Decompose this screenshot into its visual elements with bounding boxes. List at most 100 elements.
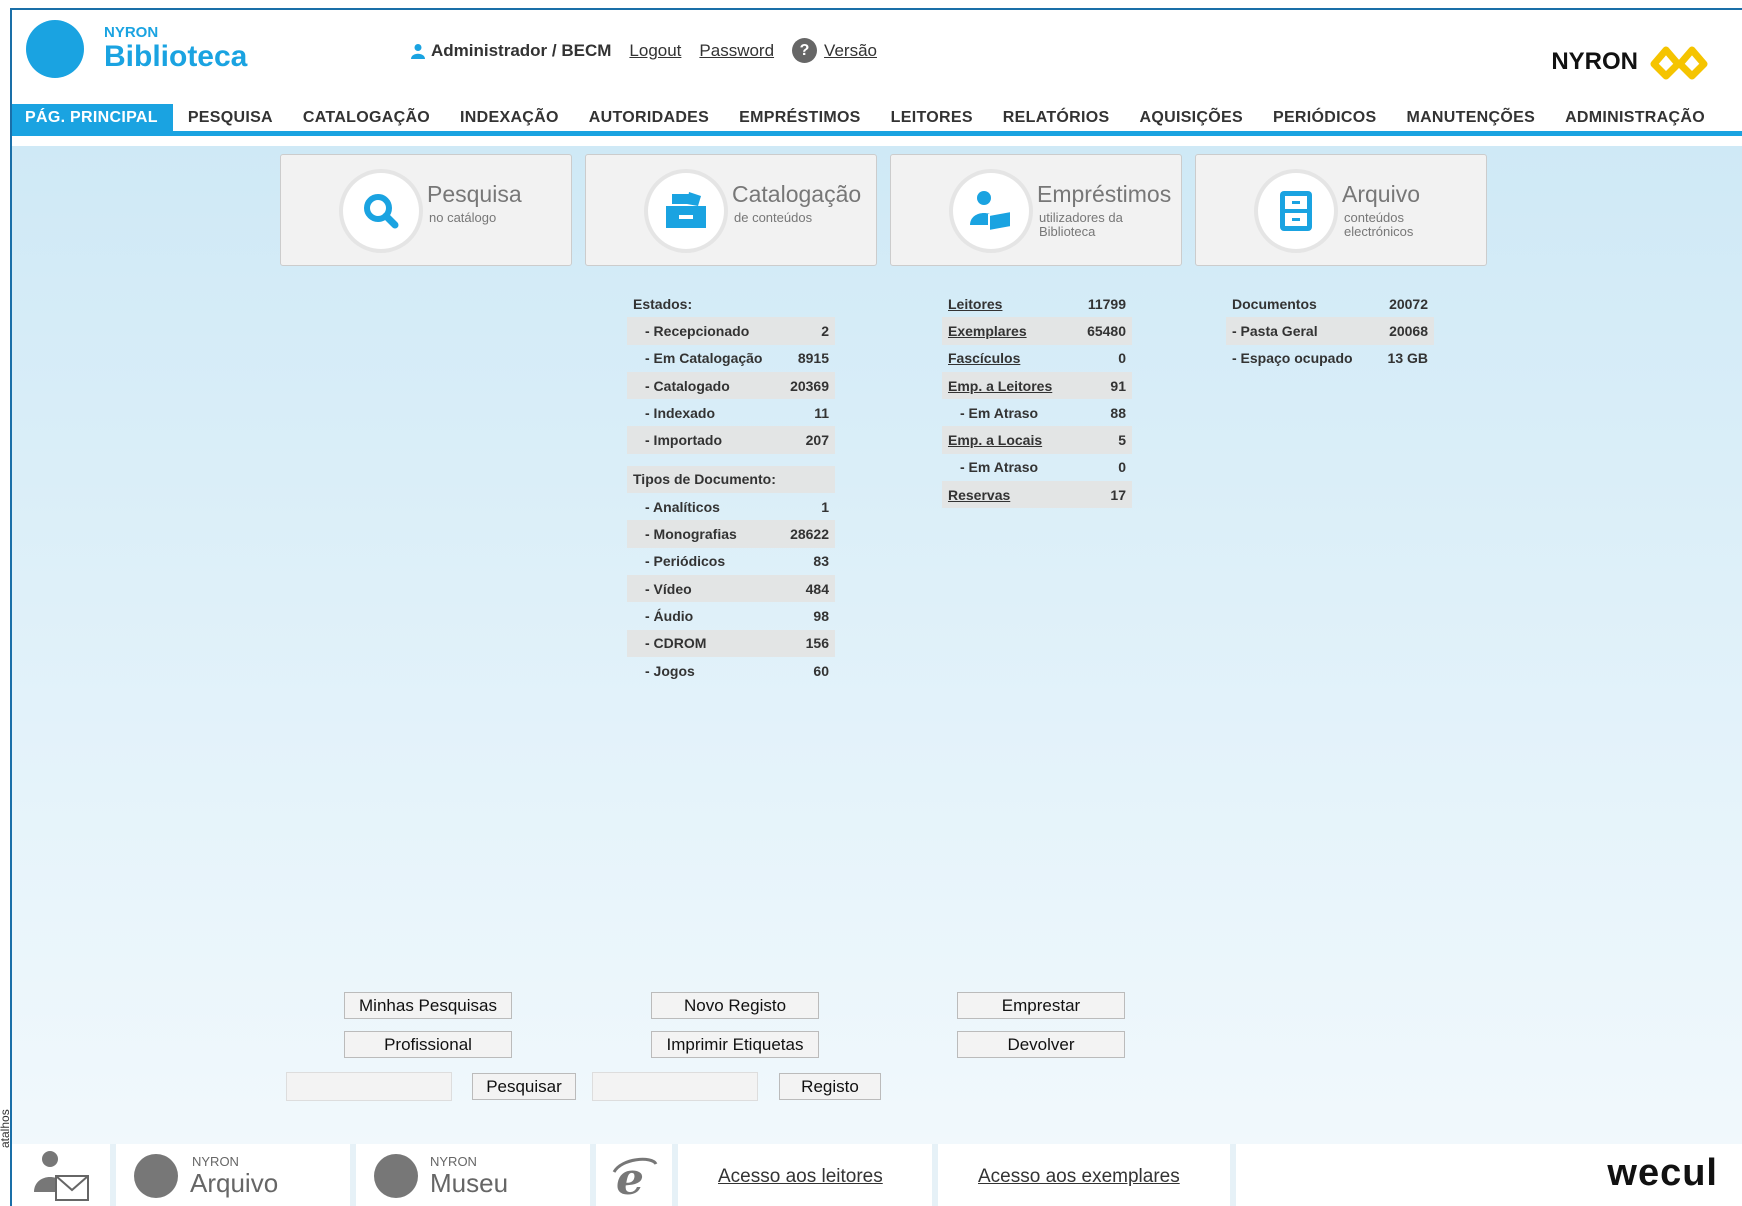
tile-catalogacao[interactable]: Catalogação de conteúdos xyxy=(585,154,877,266)
password-link[interactable]: Password xyxy=(699,41,774,61)
stat-row: Emp. a Leitores 91 xyxy=(942,371,1132,400)
tile-title: Catalogação xyxy=(732,181,862,207)
wecul-logo: wecul xyxy=(1607,1152,1718,1194)
internet-explorer-icon: e xyxy=(612,1154,658,1200)
logout-link[interactable]: Logout xyxy=(629,41,681,61)
stat-row: - Áudio 98 xyxy=(627,602,835,629)
exemplares-link[interactable]: Exemplares xyxy=(948,323,1027,339)
stat-value: 11799 xyxy=(1087,295,1126,312)
minhas-pesquisas-button[interactable]: Minhas Pesquisas xyxy=(344,992,512,1019)
tile-emprestimos[interactable]: Empréstimos utilizadores da Biblioteca xyxy=(890,154,1182,266)
drawer-icon xyxy=(666,192,706,228)
shortcut-acesso-leitores[interactable]: Acesso aos leitores xyxy=(678,1144,938,1206)
menu-item-administracao[interactable]: ADMINISTRAÇÃO xyxy=(1550,104,1720,131)
acesso-exemplares-link[interactable]: Acesso aos exemplares xyxy=(978,1166,1180,1188)
stat-row: Documentos 20072 xyxy=(1226,290,1434,317)
brand-logo: NYRON xyxy=(1551,42,1714,82)
stat-value: 5 xyxy=(1118,432,1126,449)
emprestar-button[interactable]: Emprestar xyxy=(957,992,1125,1019)
shortcut-nyron-arquivo[interactable]: NYRON Arquivo xyxy=(116,1144,356,1206)
stat-label: - Espaço ocupado xyxy=(1232,350,1353,367)
tile-icon-circle xyxy=(648,173,724,249)
stat-row: - Importado 207 xyxy=(627,426,835,454)
tile-subtitle: de conteúdos xyxy=(734,210,813,225)
stat-value: 11 xyxy=(814,404,829,421)
leitores-link[interactable]: Leitores xyxy=(948,296,1002,312)
catalog-stats: Estados: - Recepcionado 2 - Em Catalogaçã… xyxy=(627,290,835,684)
search-input[interactable] xyxy=(286,1072,452,1101)
estados-heading: Estados: xyxy=(633,295,693,312)
stat-row: Exemplares 65480 xyxy=(942,317,1132,345)
stat-row: - Em Atraso 0 xyxy=(942,454,1132,481)
stat-label: - Importado xyxy=(645,432,722,449)
arquivo-small-text: NYRON xyxy=(192,1154,239,1169)
stat-label: - Jogos xyxy=(645,662,695,679)
novo-registo-button[interactable]: Novo Registo xyxy=(651,992,819,1019)
devolver-button[interactable]: Devolver xyxy=(957,1031,1125,1058)
stat-row: Leitores 11799 xyxy=(942,290,1132,317)
emp-locais-link[interactable]: Emp. a Locais xyxy=(948,432,1042,448)
menu-item-emprestimos[interactable]: EMPRÉSTIMOS xyxy=(724,104,876,131)
user-icon xyxy=(411,43,425,59)
stat-label: - Indexado xyxy=(645,404,716,421)
stat-row: - CDROM 156 xyxy=(627,629,835,657)
stat-label: - Recepcionado xyxy=(645,322,750,339)
stat-label: - Monografias xyxy=(645,526,737,543)
fasciculos-link[interactable]: Fascículos xyxy=(948,350,1020,366)
emp-leitores-link[interactable]: Emp. a Leitores xyxy=(948,378,1052,394)
menu-item-manutencoes[interactable]: MANUTENÇÕES xyxy=(1391,104,1550,131)
profissional-button[interactable]: Profissional xyxy=(344,1031,512,1058)
menu-item-pesquisa[interactable]: PESQUISA xyxy=(173,104,288,131)
shortcut-acesso-exemplares[interactable]: Acesso aos exemplares xyxy=(938,1144,1236,1206)
logo-title: Biblioteca xyxy=(104,40,248,73)
help-icon: ? xyxy=(792,38,818,63)
menu-item-aquisicoes[interactable]: AQUISIÇÕES xyxy=(1125,104,1258,131)
tile-arquivo[interactable]: Arquivo conteúdos electrónicos xyxy=(1195,154,1487,266)
version-help[interactable]: ? Versão xyxy=(792,38,877,63)
stat-value: 83 xyxy=(813,553,829,570)
menu-item-pagina-principal[interactable]: PÁG. PRINCIPAL xyxy=(12,104,173,131)
acesso-leitores-link[interactable]: Acesso aos leitores xyxy=(718,1166,883,1188)
stat-value: 0 xyxy=(1118,459,1126,476)
stat-label: - Catalogado xyxy=(645,377,730,394)
shortcuts-side-label: atalhos xyxy=(0,1109,12,1148)
user-bar: Administrador / BECM Logout Password ? V… xyxy=(410,38,877,63)
stat-value: 8915 xyxy=(797,350,829,367)
registo-input[interactable] xyxy=(592,1072,758,1101)
reservas-link[interactable]: Reservas xyxy=(948,487,1010,503)
tile-pesquisa[interactable]: Pesquisa no catálogo xyxy=(280,154,572,266)
tile-subtitle: no catálogo xyxy=(429,210,497,225)
menu-item-leitores[interactable]: LEITORES xyxy=(876,104,988,131)
museu-small-text: NYRON xyxy=(430,1154,477,1169)
menu-item-autoridades[interactable]: AUTORIDADES xyxy=(574,104,724,131)
registo-button[interactable]: Registo xyxy=(779,1073,881,1100)
pesquisar-button[interactable]: Pesquisar xyxy=(472,1073,576,1100)
stat-row: - Espaço ocupado 13 GB xyxy=(1226,345,1434,372)
shortcut-messages[interactable] xyxy=(12,1144,116,1206)
stat-row: Reservas 17 xyxy=(942,481,1132,509)
shortcut-browser[interactable]: e xyxy=(596,1144,678,1206)
stat-value: 13 GB xyxy=(1387,350,1428,367)
shortcut-nyron-museu[interactable]: NYRON Museu xyxy=(356,1144,596,1206)
tile-title: Arquivo xyxy=(1342,181,1420,207)
arquivo-logo-circle xyxy=(134,1154,178,1198)
imprimir-etiquetas-button[interactable]: Imprimir Etiquetas xyxy=(651,1031,819,1058)
menu-item-periodicos[interactable]: PERIÓDICOS xyxy=(1258,104,1391,131)
archive-stats: Documentos 20072 - Pasta Geral 20068 - Esp… xyxy=(1226,290,1434,372)
tile-icon-circle xyxy=(1258,173,1334,249)
version-link[interactable]: Versão xyxy=(824,41,877,61)
logo-circle xyxy=(26,20,84,78)
menu-item-relatorios[interactable]: RELATÓRIOS xyxy=(988,104,1125,131)
loan-stats: Leitores 11799 Exemplares 65480 Fascículos… xyxy=(942,290,1132,509)
stat-row: - Monografias 28622 xyxy=(627,520,835,548)
menu-item-catalogacao[interactable]: CATALOGAÇÃO xyxy=(288,104,445,131)
tipos-heading: Tipos de Documento: xyxy=(633,471,776,488)
menu-item-indexacao[interactable]: INDEXAÇÃO xyxy=(445,104,574,131)
stat-value: 1 xyxy=(821,498,829,515)
footer-brand-area: wecul xyxy=(1236,1144,1742,1206)
stat-label: - CDROM xyxy=(645,635,707,652)
stat-label: - Pasta Geral xyxy=(1232,322,1318,339)
stat-label: - Áudio xyxy=(645,607,694,624)
stat-row: - Pasta Geral 20068 xyxy=(1226,317,1434,345)
stat-row: Emp. a Locais 5 xyxy=(942,426,1132,454)
